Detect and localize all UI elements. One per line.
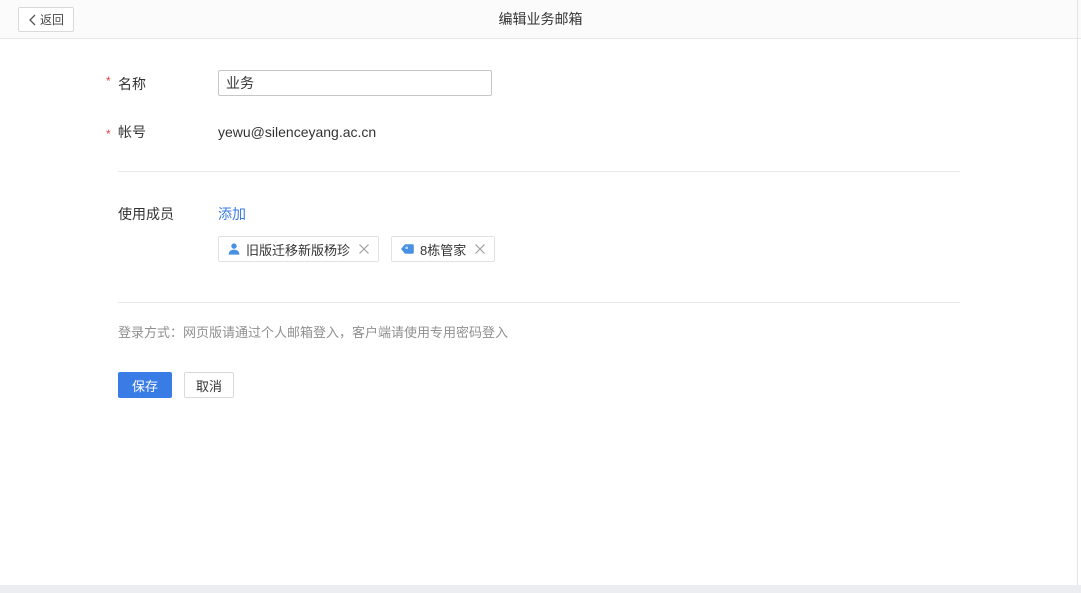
page-header: 返回 编辑业务邮箱: [0, 0, 1081, 39]
close-icon[interactable]: [474, 243, 486, 255]
required-asterisk: *: [106, 72, 111, 90]
back-button-label: 返回: [40, 11, 64, 28]
viewport-bottom-strip: [0, 585, 1081, 593]
tag-icon: [400, 242, 415, 256]
members-label-cell: 使用成员: [118, 205, 218, 223]
member-tag: 8栋管家: [391, 236, 495, 262]
name-input[interactable]: [218, 70, 492, 96]
required-asterisk: *: [106, 125, 111, 143]
member-tags: 旧版迁移新版杨珍 8栋管家: [218, 236, 1081, 262]
page-title: 编辑业务邮箱: [499, 9, 583, 29]
viewport-right-edge: [1077, 0, 1078, 585]
account-label: 帐号: [118, 124, 146, 140]
member-tag-label: 8栋管家: [420, 240, 466, 259]
member-tag: 旧版迁移新版杨珍: [218, 236, 379, 262]
account-label-cell: * 帐号: [118, 123, 218, 141]
members-label: 使用成员: [118, 206, 174, 222]
account-value: yewu@silenceyang.ac.cn: [218, 123, 1081, 141]
cancel-button[interactable]: 取消: [184, 372, 234, 398]
user-icon: [227, 242, 241, 256]
save-button[interactable]: 保存: [118, 372, 172, 398]
member-tag-label: 旧版迁移新版杨珍: [246, 240, 350, 259]
chevron-left-icon: [28, 14, 37, 26]
name-label: 名称: [118, 76, 146, 92]
account-row: * 帐号 yewu@silenceyang.ac.cn: [118, 123, 1081, 141]
name-label-cell: * 名称: [118, 70, 218, 93]
login-note: 登录方式：网页版请通过个人邮箱登入，客户端请使用专用密码登入: [118, 324, 1081, 342]
form-content: * 名称 * 帐号 yewu@silenceyang.ac.cn 使用成员 添加: [0, 39, 1081, 398]
section-divider: [118, 171, 960, 172]
section-divider: [118, 302, 960, 303]
add-member-link[interactable]: 添加: [218, 205, 246, 223]
close-icon[interactable]: [358, 243, 370, 255]
edit-business-mailbox-screen: 返回 编辑业务邮箱 * 名称 * 帐号 yewu@silenceyang.ac.…: [0, 0, 1081, 593]
members-row: 使用成员 添加 旧版迁移新版杨珍: [118, 205, 1081, 262]
action-buttons: 保存 取消: [118, 372, 1081, 398]
name-row: * 名称: [118, 70, 1081, 96]
back-button[interactable]: 返回: [18, 7, 74, 32]
